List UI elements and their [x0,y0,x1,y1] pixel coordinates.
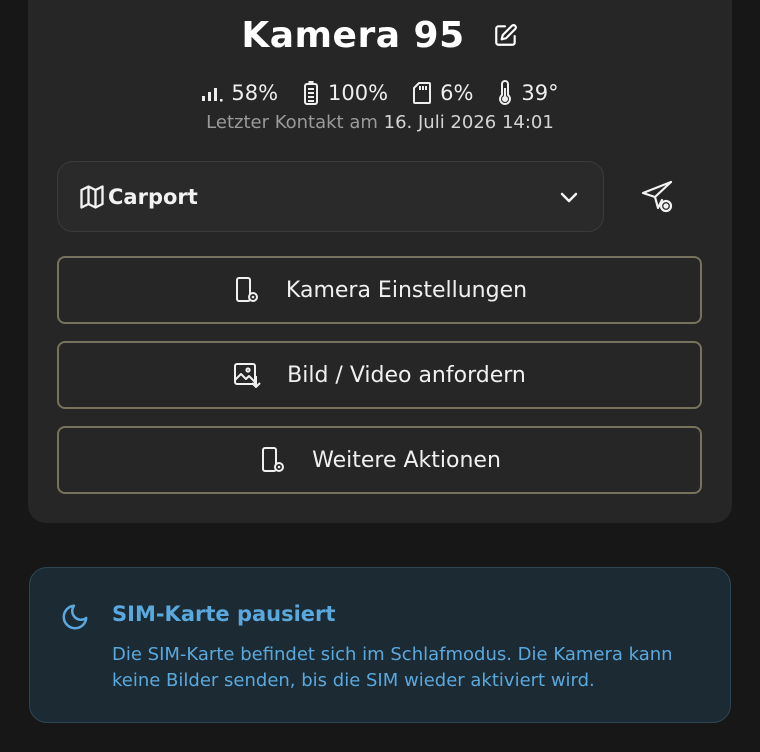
last-contact-date: 16. Juli 2026 14:01 [383,112,554,133]
camera-settings-label: Kamera Einstellungen [285,277,528,303]
edit-icon[interactable] [493,22,519,48]
phone-settings-icon [258,446,286,474]
more-actions-button[interactable]: Weitere Aktionen [57,426,702,494]
moon-icon [60,602,90,632]
request-media-button[interactable]: Bild / Video anfordern [57,341,702,409]
location-pin-button[interactable] [636,176,678,218]
location-pin-icon [641,180,673,213]
thermometer-icon [499,80,512,105]
sd-card-icon [413,82,432,104]
signal-value: 58% [231,81,279,105]
location-value: Carport [108,184,198,209]
storage-value: 6% [440,81,474,105]
phone-settings-icon [232,276,260,304]
notice-text: Die SIM-Karte befindet sich im Schlafmod… [112,644,673,691]
battery-icon [304,81,319,105]
battery-stat: 100% [302,80,388,106]
last-contact: Letzter Kontakt am 16. Juli 2026 14:01 [0,112,760,133]
map-icon [78,183,106,211]
image-download-icon [233,361,261,389]
camera-title: Kamera 95 [241,14,465,56]
signal-stat: 58% [201,81,278,105]
status-row: 58% 100% 6% 39° [0,78,760,108]
more-actions-label: Weitere Aktionen [312,447,501,473]
location-select[interactable]: Carport [57,161,604,232]
notice-title: SIM-Karte pausiert [112,602,336,626]
title-row: Kamera 95 [0,10,760,60]
storage-stat: 6% [412,81,473,105]
signal-icon [202,88,223,102]
camera-settings-button[interactable]: Kamera Einstellungen [57,256,702,324]
chevron-down-icon [557,185,581,209]
battery-value: 100% [328,81,389,105]
temperature-stat: 39° [497,80,559,106]
temperature-value: 39° [521,81,559,105]
sim-paused-notice: SIM-Karte pausiert Die SIM-Karte befinde… [29,567,731,723]
request-media-label: Bild / Video anfordern [287,362,526,388]
last-contact-prefix: Letzter Kontakt am [206,112,378,133]
